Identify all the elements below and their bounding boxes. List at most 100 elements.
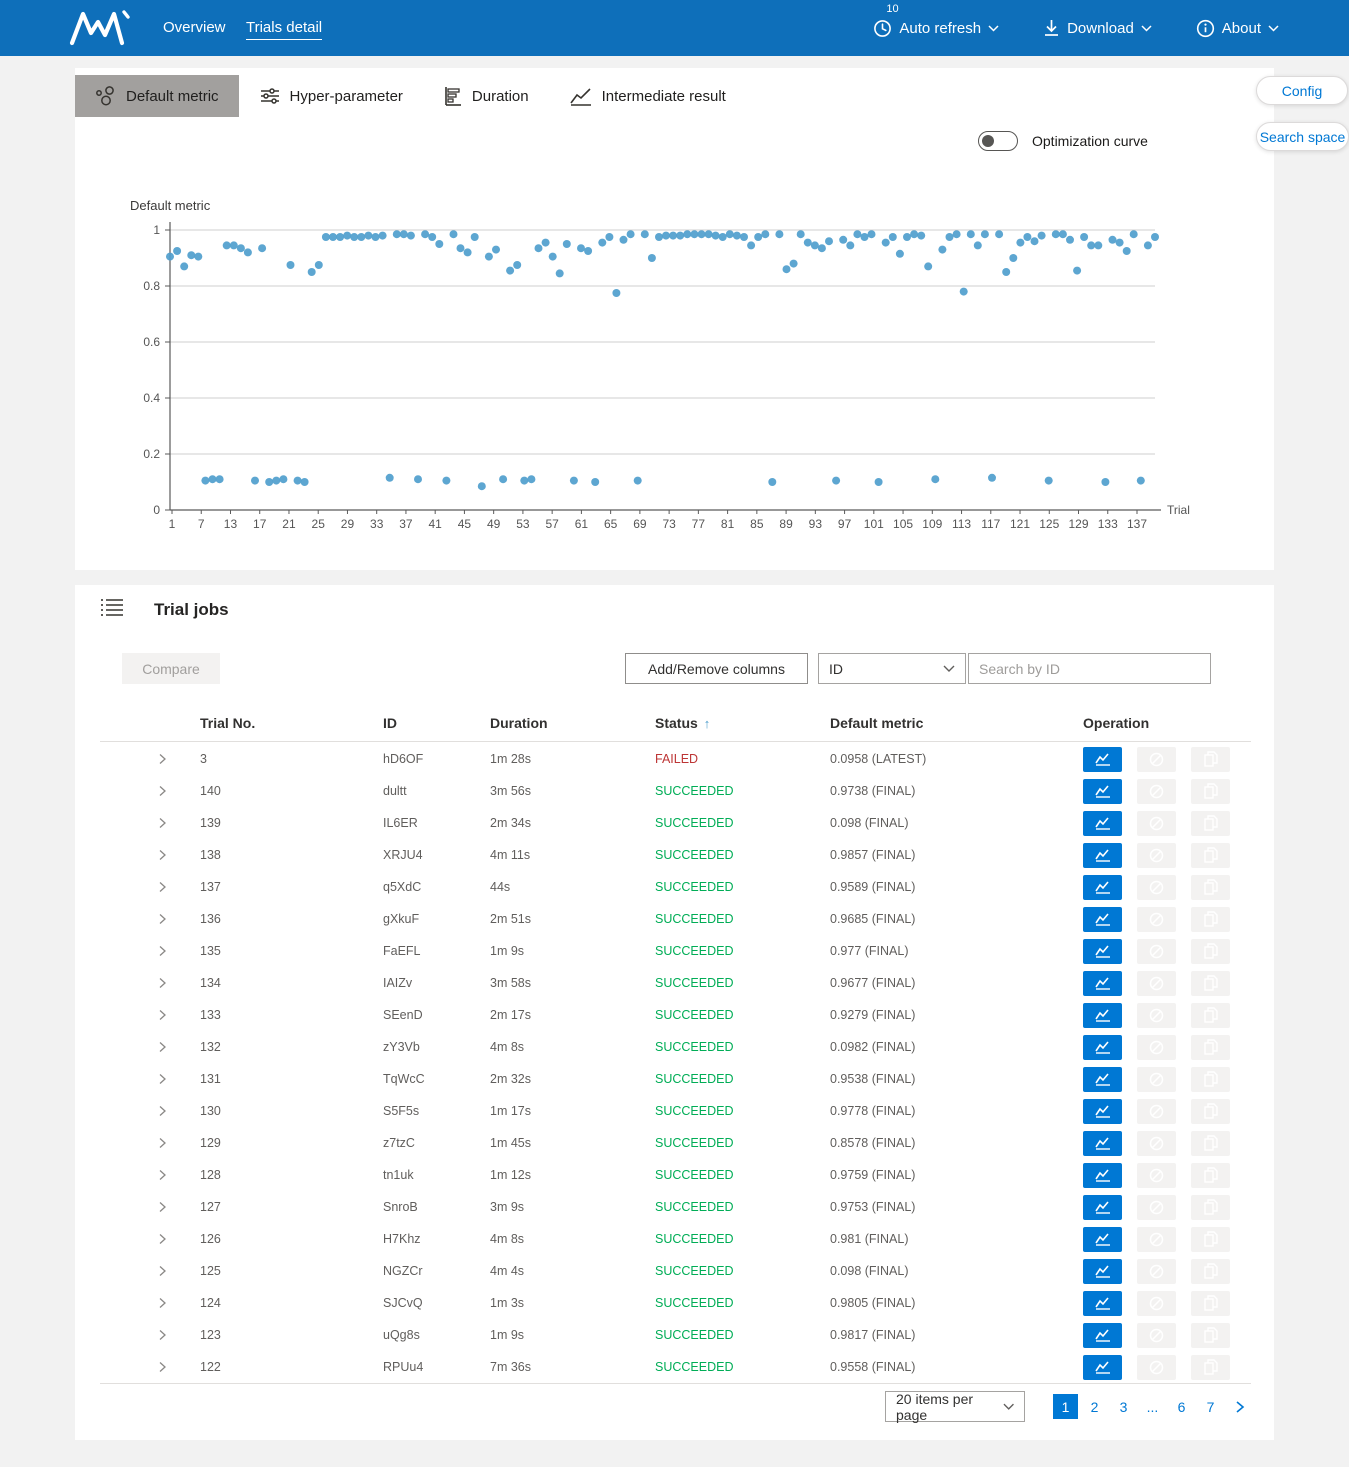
expand-chevron-icon[interactable] [100,1041,200,1053]
col-status[interactable]: Status↑ [655,715,830,731]
intermediate-result-button[interactable] [1083,1195,1122,1220]
nav-item-trials-detail[interactable]: Trials detail [246,19,322,40]
copy-trial-button[interactable] [1191,939,1230,964]
kill-trial-button[interactable] [1137,1355,1176,1380]
intermediate-result-button[interactable] [1083,875,1122,900]
intermediate-result-button[interactable] [1083,1291,1122,1316]
kill-trial-button[interactable] [1137,1195,1176,1220]
expand-chevron-icon[interactable] [100,1105,200,1117]
tab-duration[interactable]: Duration [423,75,549,117]
copy-trial-button[interactable] [1191,1003,1230,1028]
intermediate-result-button[interactable] [1083,779,1122,804]
page-button-1[interactable]: 1 [1053,1394,1078,1419]
page-button-3[interactable]: 3 [1111,1394,1136,1419]
col-id[interactable]: ID [383,715,490,731]
intermediate-result-button[interactable] [1083,907,1122,932]
intermediate-result-button[interactable] [1083,747,1122,772]
expand-chevron-icon[interactable] [100,1073,200,1085]
expand-chevron-icon[interactable] [100,849,200,861]
nav-item-overview[interactable]: Overview [163,19,226,36]
expand-chevron-icon[interactable] [100,785,200,797]
config-button[interactable]: Config [1256,76,1348,105]
kill-trial-button[interactable] [1137,939,1176,964]
auto-refresh-menu[interactable]: 10 Auto refresh [873,19,999,38]
tab-hyper-parameter[interactable]: Hyper-parameter [239,75,423,117]
expand-chevron-icon[interactable] [100,753,200,765]
expand-chevron-icon[interactable] [100,1201,200,1213]
tab-default-metric[interactable]: Default metric [75,75,239,117]
next-page-button[interactable] [1229,1400,1251,1414]
copy-trial-button[interactable] [1191,1291,1230,1316]
page-button-6[interactable]: 6 [1169,1394,1194,1419]
kill-trial-button[interactable] [1137,1163,1176,1188]
kill-trial-button[interactable] [1137,1259,1176,1284]
intermediate-result-button[interactable] [1083,1355,1122,1380]
copy-trial-button[interactable] [1191,811,1230,836]
intermediate-result-button[interactable] [1083,1067,1122,1092]
kill-trial-button[interactable] [1137,1003,1176,1028]
copy-trial-button[interactable] [1191,1067,1230,1092]
intermediate-result-button[interactable] [1083,843,1122,868]
kill-trial-button[interactable] [1137,907,1176,932]
copy-trial-button[interactable] [1191,1163,1230,1188]
about-menu[interactable]: About [1196,19,1279,38]
kill-trial-button[interactable] [1137,747,1176,772]
copy-trial-button[interactable] [1191,971,1230,996]
add-remove-columns-button[interactable]: Add/Remove columns [625,653,808,684]
intermediate-result-button[interactable] [1083,1227,1122,1252]
items-per-page-dropdown[interactable]: 20 items per page [885,1391,1025,1422]
copy-trial-button[interactable] [1191,1131,1230,1156]
copy-trial-button[interactable] [1191,875,1230,900]
expand-chevron-icon[interactable] [100,1329,200,1341]
expand-chevron-icon[interactable] [100,1137,200,1149]
intermediate-result-button[interactable] [1083,811,1122,836]
expand-chevron-icon[interactable] [100,1233,200,1245]
kill-trial-button[interactable] [1137,779,1176,804]
copy-trial-button[interactable] [1191,1259,1230,1284]
copy-trial-button[interactable] [1191,1099,1230,1124]
kill-trial-button[interactable] [1137,1291,1176,1316]
copy-trial-button[interactable] [1191,843,1230,868]
col-duration[interactable]: Duration [490,715,655,731]
expand-chevron-icon[interactable] [100,817,200,829]
kill-trial-button[interactable] [1137,1227,1176,1252]
intermediate-result-button[interactable] [1083,1131,1122,1156]
compare-button[interactable]: Compare [122,653,220,684]
optimization-curve-toggle[interactable] [978,131,1018,151]
expand-chevron-icon[interactable] [100,1009,200,1021]
kill-trial-button[interactable] [1137,843,1176,868]
download-menu[interactable]: Download [1043,19,1152,37]
copy-trial-button[interactable] [1191,1035,1230,1060]
copy-trial-button[interactable] [1191,907,1230,932]
expand-chevron-icon[interactable] [100,1297,200,1309]
search-field-dropdown[interactable]: ID [818,653,966,684]
expand-chevron-icon[interactable] [100,945,200,957]
intermediate-result-button[interactable] [1083,1099,1122,1124]
page-button-7[interactable]: 7 [1198,1394,1223,1419]
kill-trial-button[interactable] [1137,1035,1176,1060]
intermediate-result-button[interactable] [1083,1035,1122,1060]
intermediate-result-button[interactable] [1083,1323,1122,1348]
kill-trial-button[interactable] [1137,1131,1176,1156]
tab-intermediate-result[interactable]: Intermediate result [549,75,746,117]
col-default-metric[interactable]: Default metric [830,715,1083,731]
expand-chevron-icon[interactable] [100,1169,200,1181]
intermediate-result-button[interactable] [1083,939,1122,964]
kill-trial-button[interactable] [1137,875,1176,900]
expand-chevron-icon[interactable] [100,977,200,989]
expand-chevron-icon[interactable] [100,913,200,925]
copy-trial-button[interactable] [1191,1355,1230,1380]
intermediate-result-button[interactable] [1083,1163,1122,1188]
kill-trial-button[interactable] [1137,1067,1176,1092]
search-by-id-input[interactable] [969,654,1210,683]
copy-trial-button[interactable] [1191,1323,1230,1348]
copy-trial-button[interactable] [1191,1227,1230,1252]
intermediate-result-button[interactable] [1083,1003,1122,1028]
copy-trial-button[interactable] [1191,779,1230,804]
copy-trial-button[interactable] [1191,747,1230,772]
copy-trial-button[interactable] [1191,1195,1230,1220]
expand-chevron-icon[interactable] [100,881,200,893]
page-button-2[interactable]: 2 [1082,1394,1107,1419]
intermediate-result-button[interactable] [1083,1259,1122,1284]
kill-trial-button[interactable] [1137,1099,1176,1124]
